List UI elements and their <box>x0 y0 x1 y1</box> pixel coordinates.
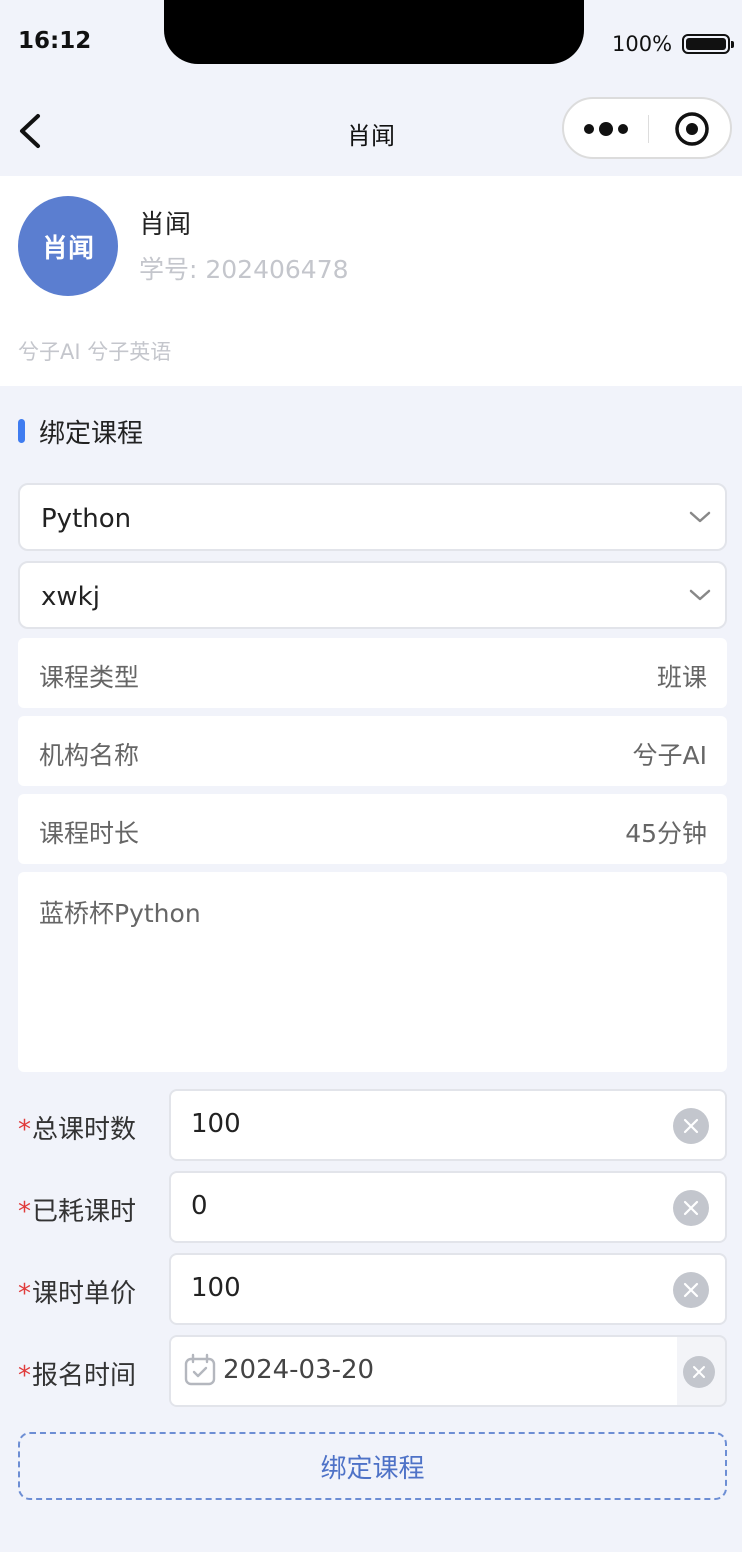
course-duration-value: 45分钟 <box>625 819 707 848</box>
close-target-icon[interactable] <box>674 111 710 147</box>
course-description-text: 蓝桥杯Python <box>39 899 201 928</box>
more-icon[interactable] <box>582 117 632 141</box>
avatar: 肖闻 <box>18 196 118 296</box>
enroll-date-value: 2024-03-20 <box>223 1355 375 1385</box>
student-org: 兮子AI 兮子英语 <box>18 340 172 364</box>
class-select-value: xwkj <box>41 582 100 612</box>
calendar-icon <box>184 1353 216 1386</box>
total-hours-row: *总课时数 100 <box>18 1089 727 1161</box>
clear-icon[interactable] <box>673 1272 709 1308</box>
org-name-row: 机构名称 兮子AI <box>18 716 727 786</box>
used-hours-label: *已耗课时 <box>18 1197 137 1227</box>
clear-icon[interactable] <box>673 1108 709 1144</box>
section-accent-bar <box>18 419 25 443</box>
nav-bar: 肖闻 <box>0 88 742 176</box>
required-mark: * <box>18 1279 31 1309</box>
total-hours-value: 100 <box>191 1109 241 1139</box>
course-description: 蓝桥杯Python <box>18 872 727 1072</box>
used-hours-row: *已耗课时 0 <box>18 1171 727 1243</box>
page: 16:12 100% 肖闻 肖闻 肖闻 学号: 202406478 兮子AI 兮… <box>0 0 742 1552</box>
enroll-date-row: *报名时间 2024-03-20 <box>18 1335 727 1407</box>
status-bar: 16:12 100% <box>0 0 742 88</box>
battery-percent: 100% <box>612 32 673 56</box>
mini-program-capsule <box>562 97 732 159</box>
course-duration-label: 课程时长 <box>39 819 140 848</box>
battery-icon <box>682 34 734 54</box>
clear-icon[interactable] <box>673 1190 709 1226</box>
unit-price-input[interactable]: 100 <box>169 1253 727 1325</box>
course-type-label: 课程类型 <box>39 663 140 692</box>
bind-course-button[interactable]: 绑定课程 <box>18 1432 727 1500</box>
enroll-date-label: *报名时间 <box>18 1361 137 1391</box>
student-id: 学号: 202406478 <box>139 255 349 284</box>
course-duration-row: 课程时长 45分钟 <box>18 794 727 864</box>
clear-icon[interactable] <box>683 1356 715 1388</box>
chevron-down-icon <box>689 511 711 523</box>
chevron-down-icon <box>689 589 711 601</box>
unit-price-label: *课时单价 <box>18 1279 137 1309</box>
required-mark: * <box>18 1361 31 1391</box>
unit-price-row: *课时单价 100 <box>18 1253 727 1325</box>
class-select[interactable]: xwkj <box>18 561 727 629</box>
course-type-row: 课程类型 班课 <box>18 638 727 708</box>
used-hours-input[interactable]: 0 <box>169 1171 727 1243</box>
used-hours-value: 0 <box>191 1191 208 1221</box>
course-select[interactable]: Python <box>18 483 727 551</box>
student-name: 肖闻 <box>139 210 192 240</box>
org-name-value: 兮子AI <box>632 741 707 770</box>
unit-price-value: 100 <box>191 1273 241 1303</box>
course-select-value: Python <box>41 504 132 534</box>
student-profile-card: 肖闻 肖闻 学号: 202406478 兮子AI 兮子英语 <box>0 176 742 386</box>
required-mark: * <box>18 1197 31 1227</box>
section-title-text: 绑定课程 <box>39 418 144 449</box>
total-hours-label: *总课时数 <box>18 1115 137 1145</box>
total-hours-input[interactable]: 100 <box>169 1089 727 1161</box>
enroll-date-field[interactable]: 2024-03-20 <box>171 1337 677 1405</box>
org-name-label: 机构名称 <box>39 741 140 770</box>
required-mark: * <box>18 1115 31 1145</box>
status-time: 16:12 <box>18 28 92 54</box>
course-type-value: 班课 <box>656 663 707 692</box>
section-title: 绑定课程 <box>18 414 144 449</box>
notch <box>164 0 584 64</box>
capsule-divider <box>648 115 649 143</box>
enroll-date-picker[interactable]: 2024-03-20 <box>169 1335 727 1407</box>
